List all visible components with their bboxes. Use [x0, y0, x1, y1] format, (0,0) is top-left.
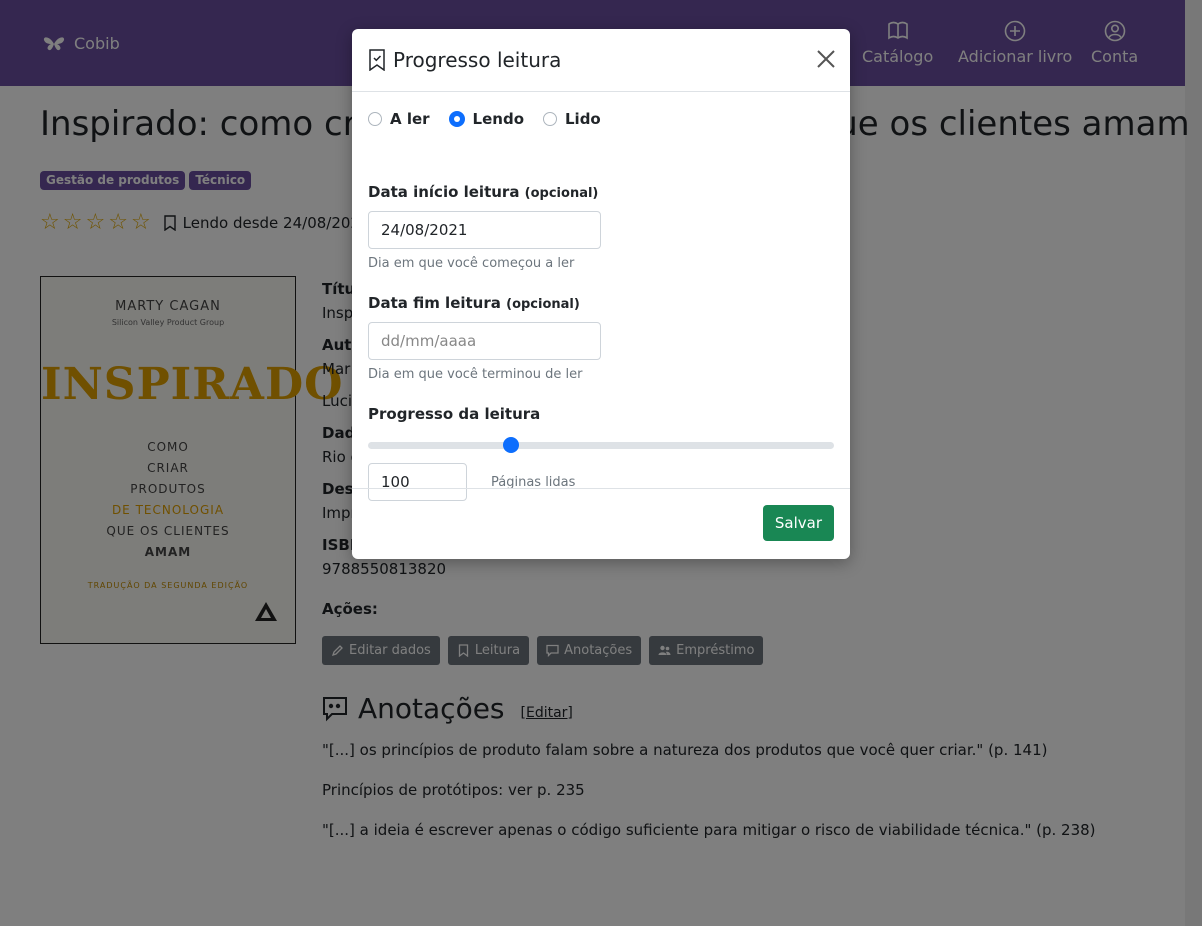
- progress-slider-track[interactable]: [368, 442, 834, 449]
- optional-tag: (opcional): [524, 186, 599, 201]
- radio-label: Lendo: [472, 110, 524, 128]
- radio-lido[interactable]: Lido: [543, 110, 601, 128]
- progress-slider-thumb[interactable]: [503, 437, 519, 453]
- start-date-label: Data início leitura (opcional): [368, 183, 598, 201]
- bookmark-check-icon: [369, 49, 385, 71]
- end-date-help: Dia em que você terminou de ler: [368, 367, 583, 382]
- end-date-label-text: Data fim leitura: [368, 294, 501, 312]
- radio-unchecked[interactable]: [543, 112, 557, 126]
- start-date-input[interactable]: 24/08/2021: [368, 211, 601, 249]
- start-date-label-text: Data início leitura: [368, 183, 520, 201]
- reading-progress-modal: Progresso leitura A ler Lendo Lido Data …: [352, 29, 850, 559]
- save-button[interactable]: Salvar: [762, 505, 834, 541]
- radio-label: A ler: [390, 110, 430, 128]
- close-button[interactable]: [816, 49, 836, 69]
- radio-unchecked[interactable]: [368, 112, 382, 126]
- reading-status-radios: A ler Lendo Lido: [368, 110, 601, 128]
- radio-label: Lido: [565, 110, 601, 128]
- end-date-input[interactable]: dd/mm/aaaa: [368, 322, 601, 360]
- modal-footer: Salvar: [352, 488, 850, 560]
- modal-title-text: Progresso leitura: [393, 48, 562, 72]
- end-date-label: Data fim leitura (opcional): [368, 294, 580, 312]
- optional-tag: (opcional): [506, 297, 580, 312]
- close-icon: [817, 50, 835, 68]
- radio-a-ler[interactable]: A ler: [368, 110, 430, 128]
- start-date-help: Dia em que você começou a ler: [368, 256, 575, 271]
- radio-checked[interactable]: [448, 111, 465, 127]
- modal-header: Progresso leitura: [352, 29, 850, 92]
- progress-label: Progresso da leitura: [368, 405, 541, 423]
- modal-title: Progresso leitura: [368, 48, 561, 72]
- radio-lendo[interactable]: Lendo: [448, 110, 524, 128]
